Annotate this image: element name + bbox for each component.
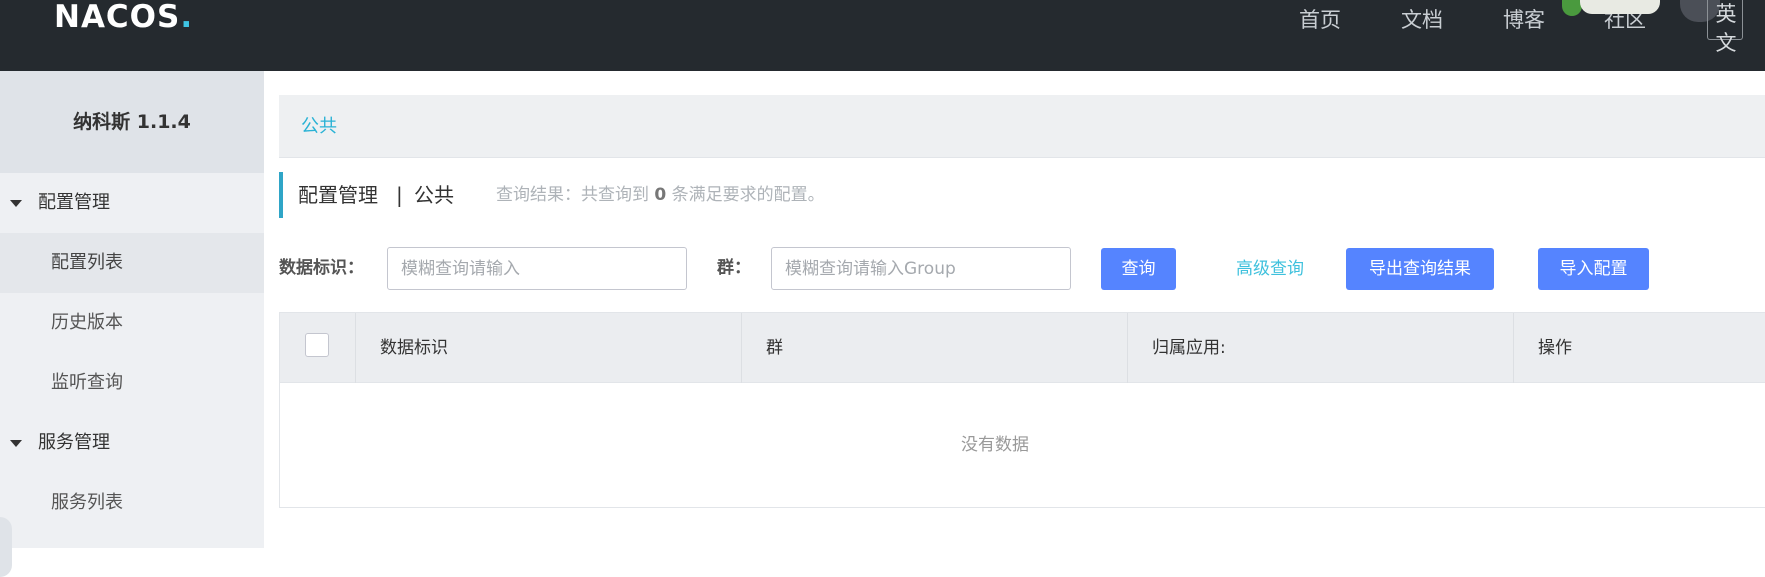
banner-decoration-cloud (1580, 0, 1660, 14)
result-count: 0 (654, 185, 667, 205)
banner-decoration-leaf (1562, 0, 1582, 16)
title-accent-bar (279, 172, 283, 218)
column-header-app[interactable]: 归属应用: (1128, 313, 1514, 383)
column-header-data-id[interactable]: 数据标识 (356, 313, 742, 383)
result-prefix: 查询结果：共查询到 (496, 185, 649, 205)
namespace-link-public[interactable]: 公共 (301, 95, 337, 158)
sidebar-group-label: 服务管理 (38, 432, 110, 453)
page-namespace: 公共 (414, 183, 454, 207)
logo-dot: . (180, 0, 194, 35)
column-header-group[interactable]: 群 (742, 313, 1128, 383)
namespace-bar: 公共 (279, 95, 1765, 158)
caret-down-icon (10, 200, 22, 207)
data-id-input[interactable] (387, 247, 687, 290)
table-header: 数据标识 群 归属应用: 操作 (280, 313, 1765, 383)
sidebar-item-config-list[interactable]: 配置列表 (0, 233, 264, 293)
select-all-checkbox[interactable] (305, 333, 329, 357)
page-title: 配置管理 (298, 183, 378, 207)
import-config-button[interactable]: 导入配置 (1538, 248, 1649, 290)
table-empty-message: 没有数据 (961, 435, 1029, 455)
language-switch-label: 英文 (1715, 2, 1737, 55)
advanced-query-link[interactable]: 高级查询 (1236, 248, 1304, 290)
sidebar-collapse-handle[interactable] (0, 517, 12, 577)
config-table: 数据标识 群 归属应用: 操作 没有数据 (279, 312, 1765, 508)
sidebar-group-config-management[interactable]: 配置管理 (0, 173, 264, 233)
caret-down-icon (10, 440, 22, 447)
product-version-title: 纳科斯 1.1.4 (0, 71, 264, 173)
result-suffix: 条满足要求的配置。 (671, 185, 825, 205)
sidebar-item-service-list[interactable]: 服务列表 (0, 473, 264, 533)
nav-home[interactable]: 首页 (1299, 7, 1341, 33)
group-input[interactable] (771, 247, 1071, 290)
page-title-row: 配置管理 | 公共 查询结果：共查询到 0 条满足要求的配置。 (279, 172, 1765, 218)
select-all-cell (280, 313, 356, 383)
sidebar-item-history-versions[interactable]: 历史版本 (0, 293, 264, 353)
sidebar: 纳科斯 1.1.4 配置管理 配置列表 历史版本 监听查询 服务管理 服务列表 (0, 71, 264, 577)
export-results-button[interactable]: 导出查询结果 (1346, 248, 1494, 290)
sidebar-group-service-management[interactable]: 服务管理 (0, 413, 264, 473)
nav-docs[interactable]: 文档 (1401, 7, 1443, 33)
nav-blog[interactable]: 博客 (1503, 7, 1545, 33)
nacos-logo[interactable]: NACOS. (54, 0, 193, 34)
sidebar-item-listener-query[interactable]: 监听查询 (0, 353, 264, 413)
query-button[interactable]: 查询 (1101, 248, 1176, 290)
query-result-summary: 查询结果：共查询到 0 条满足要求的配置。 (496, 172, 825, 218)
column-header-actions: 操作 (1538, 338, 1572, 358)
data-id-label: 数据标识： (279, 258, 364, 278)
group-label: 群： (717, 258, 751, 278)
sidebar-group-label: 配置管理 (38, 192, 110, 213)
title-separator: | (396, 183, 403, 207)
logo-text: NACOS (54, 0, 181, 35)
top-header: NACOS. 首页 文档 博客 社区 英文 (0, 0, 1765, 71)
